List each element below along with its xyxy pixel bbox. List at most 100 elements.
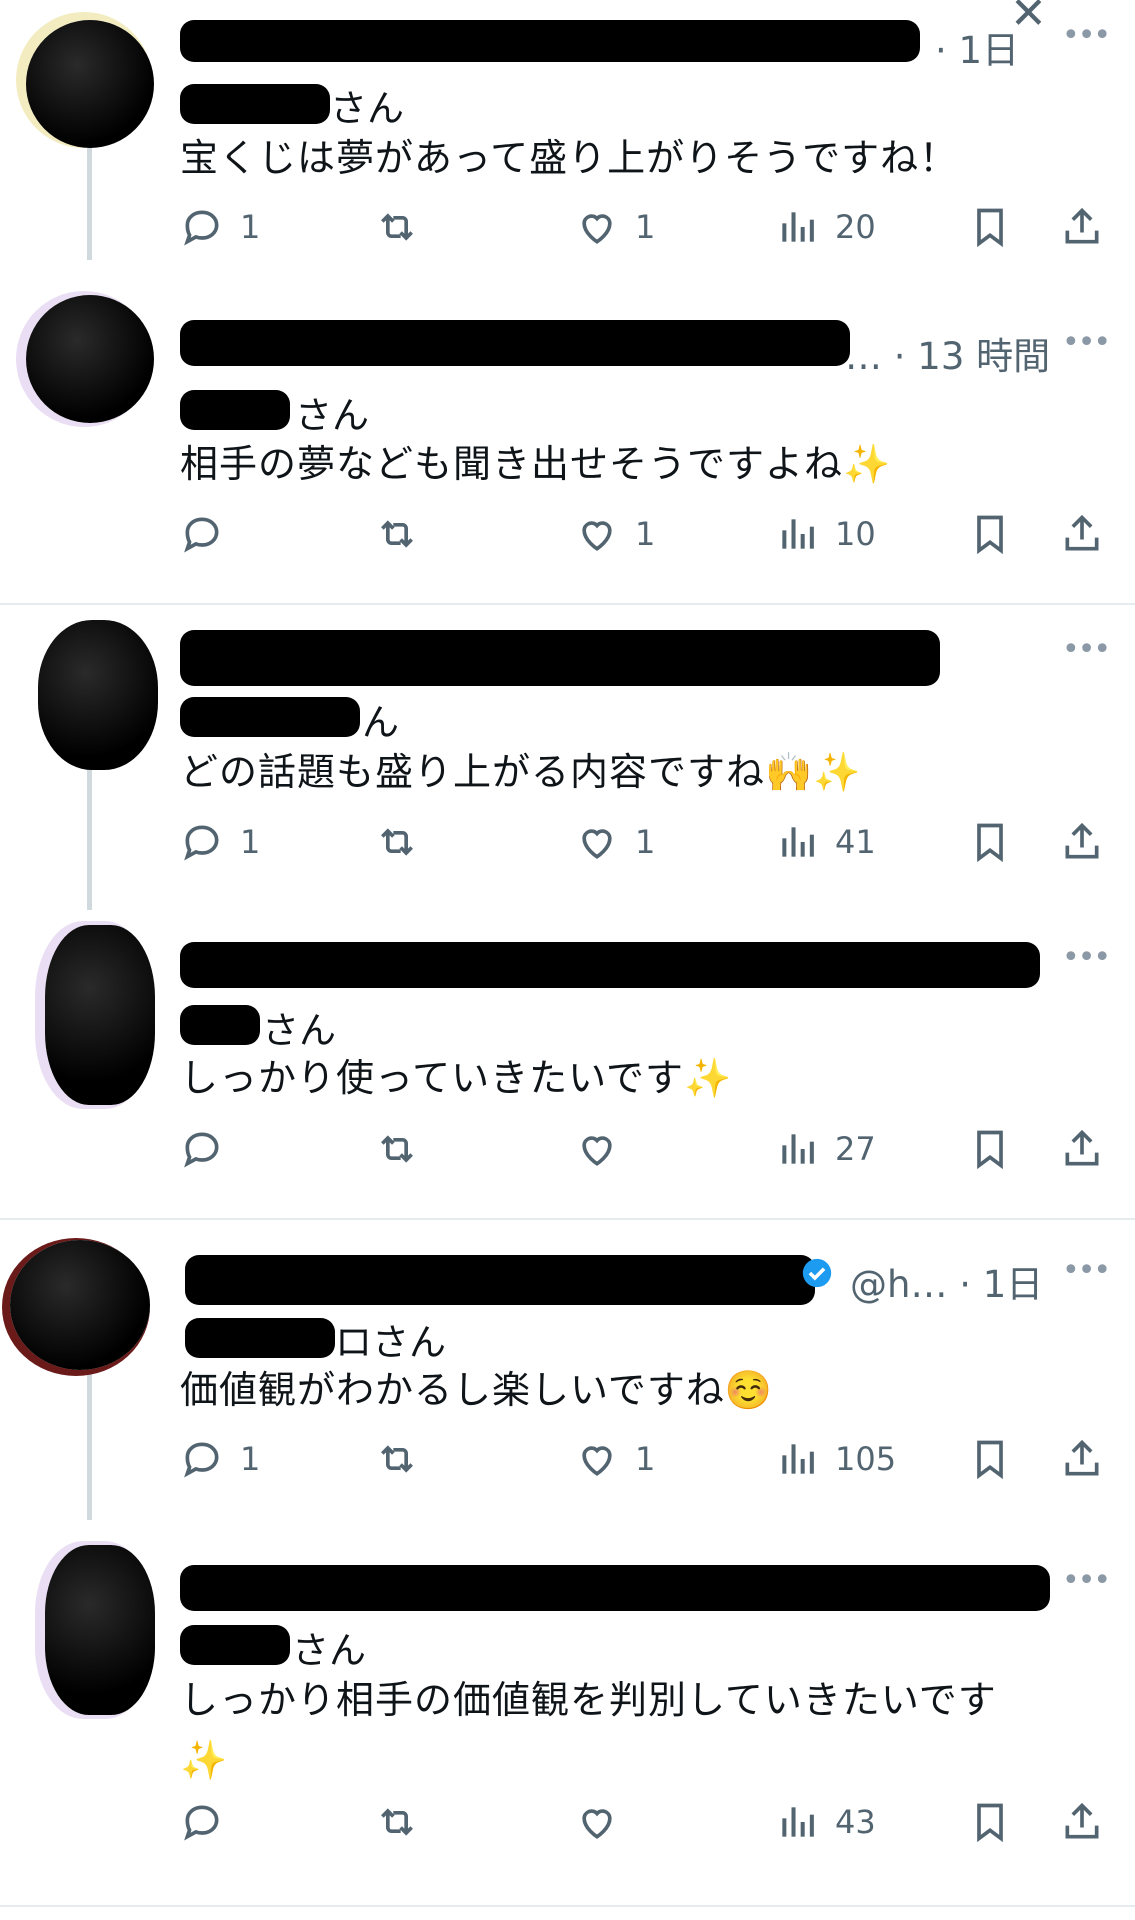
- share-icon: [1065, 822, 1099, 859]
- like-button[interactable]: 1: [575, 1437, 655, 1481]
- repost-button[interactable]: [375, 1437, 419, 1481]
- reply-to-label: さん: [262, 1009, 336, 1052]
- bookmark-button[interactable]: [968, 205, 1012, 249]
- views-button[interactable]: 105: [775, 1437, 896, 1481]
- reply-button[interactable]: [180, 1127, 240, 1171]
- bookmark-icon: [977, 208, 1003, 248]
- reply-icon: [184, 210, 219, 246]
- views-icon: [782, 1444, 814, 1474]
- tweet-actions: 1 1 41: [0, 820, 1135, 880]
- views-icon: [782, 1134, 814, 1164]
- more-icon[interactable]: •••: [1062, 18, 1111, 53]
- bookmark-button[interactable]: [968, 1800, 1012, 1844]
- divider: [0, 1218, 1135, 1220]
- more-icon[interactable]: •••: [1062, 940, 1111, 975]
- reply-button[interactable]: [180, 512, 240, 556]
- bookmark-button[interactable]: [968, 512, 1012, 556]
- avatar[interactable]: [10, 1240, 150, 1370]
- bookmark-icon: [977, 515, 1003, 555]
- share-button[interactable]: [1060, 1437, 1104, 1481]
- divider: [0, 1905, 1135, 1907]
- reply-button[interactable]: [180, 1800, 240, 1844]
- share-button[interactable]: [1060, 1800, 1104, 1844]
- more-icon[interactable]: •••: [1062, 632, 1111, 667]
- share-icon: [1065, 1802, 1099, 1839]
- redacted-reply-to: [180, 1625, 290, 1665]
- avatar[interactable]: [26, 295, 154, 423]
- more-icon[interactable]: •••: [1062, 1253, 1111, 1288]
- repost-icon: [381, 1808, 413, 1836]
- redacted-name: [180, 1565, 1050, 1611]
- tweet-actions: 1 1 105: [0, 1437, 1135, 1497]
- share-button[interactable]: [1060, 1127, 1104, 1171]
- share-button[interactable]: [1060, 205, 1104, 249]
- tweet-text: しっかり使っていきたいです✨: [180, 1056, 733, 1100]
- avatar[interactable]: [26, 20, 154, 148]
- reply-icon: [184, 517, 219, 553]
- views-button[interactable]: 41: [775, 820, 876, 864]
- share-icon: [1065, 207, 1099, 244]
- bookmark-button[interactable]: [968, 820, 1012, 864]
- like-button[interactable]: 1: [575, 820, 655, 864]
- redacted-reply-to: [185, 1318, 335, 1358]
- tweet-text: 価値観がわかるし楽しいですね☺️: [180, 1368, 774, 1412]
- views-button[interactable]: 10: [775, 512, 876, 556]
- tweet-text: しっかり相手の価値観を判別していきたいです✨: [180, 1678, 997, 1782]
- verified-badge-icon: [802, 1258, 832, 1288]
- share-button[interactable]: [1060, 512, 1104, 556]
- tweet-timestamp: · 1日: [935, 29, 1020, 72]
- redacted-reply-to: [180, 84, 330, 124]
- repost-icon: [381, 1445, 413, 1473]
- views-button[interactable]: 43: [775, 1800, 876, 1844]
- reply-to-label: ん: [362, 701, 399, 744]
- avatar[interactable]: [45, 1545, 155, 1715]
- tweet-text: 相手の夢なども聞き出せそうですよね✨: [180, 442, 892, 486]
- share-icon: [1065, 1129, 1099, 1166]
- repost-icon: [381, 1135, 413, 1163]
- reply-icon: [184, 1132, 219, 1168]
- divider: [0, 603, 1135, 605]
- share-icon: [1065, 514, 1099, 551]
- reply-button[interactable]: 1: [180, 820, 260, 864]
- views-button[interactable]: 20: [775, 205, 876, 249]
- more-icon[interactable]: •••: [1062, 325, 1111, 360]
- like-button[interactable]: [575, 1127, 635, 1171]
- repost-button[interactable]: [375, 1127, 419, 1171]
- redacted-name: [180, 20, 920, 62]
- redacted-name: [180, 630, 940, 686]
- repost-icon: [381, 213, 413, 241]
- repost-button[interactable]: [375, 205, 419, 249]
- reply-button[interactable]: 1: [180, 1437, 260, 1481]
- tweet-actions: 1 1 20: [0, 205, 1135, 265]
- repost-button[interactable]: [375, 1800, 419, 1844]
- repost-button[interactable]: [375, 820, 419, 864]
- reply-icon: [184, 1442, 219, 1478]
- views-icon: [782, 519, 814, 549]
- more-icon[interactable]: •••: [1062, 1563, 1111, 1598]
- redacted-name: [185, 1255, 815, 1305]
- redacted-name: [180, 942, 1040, 988]
- like-button[interactable]: [575, 1800, 635, 1844]
- like-icon: [582, 214, 612, 244]
- reply-to-label: さん: [295, 394, 369, 437]
- tweet-text: どの話題も盛り上がる内容ですね🙌✨: [180, 750, 862, 794]
- like-icon: [582, 1809, 612, 1839]
- redacted-name: [180, 320, 850, 366]
- reply-button[interactable]: 1: [180, 205, 260, 249]
- tweet-actions: 1 10: [0, 512, 1135, 572]
- like-button[interactable]: 1: [575, 512, 655, 556]
- like-button[interactable]: 1: [575, 205, 655, 249]
- bookmark-button[interactable]: [968, 1437, 1012, 1481]
- avatar[interactable]: [45, 925, 155, 1105]
- bookmark-button[interactable]: [968, 1127, 1012, 1171]
- share-button[interactable]: [1060, 820, 1104, 864]
- repost-button[interactable]: [375, 512, 419, 556]
- tweet-actions: 27: [0, 1127, 1135, 1187]
- views-icon: [782, 1807, 814, 1837]
- like-icon: [582, 521, 612, 551]
- views-icon: [782, 212, 814, 242]
- views-button[interactable]: 27: [775, 1127, 876, 1171]
- avatar[interactable]: [38, 620, 158, 770]
- reply-to-label: ロさん: [335, 1321, 446, 1364]
- tweet-timestamp: @h… · 1日: [850, 1263, 1044, 1306]
